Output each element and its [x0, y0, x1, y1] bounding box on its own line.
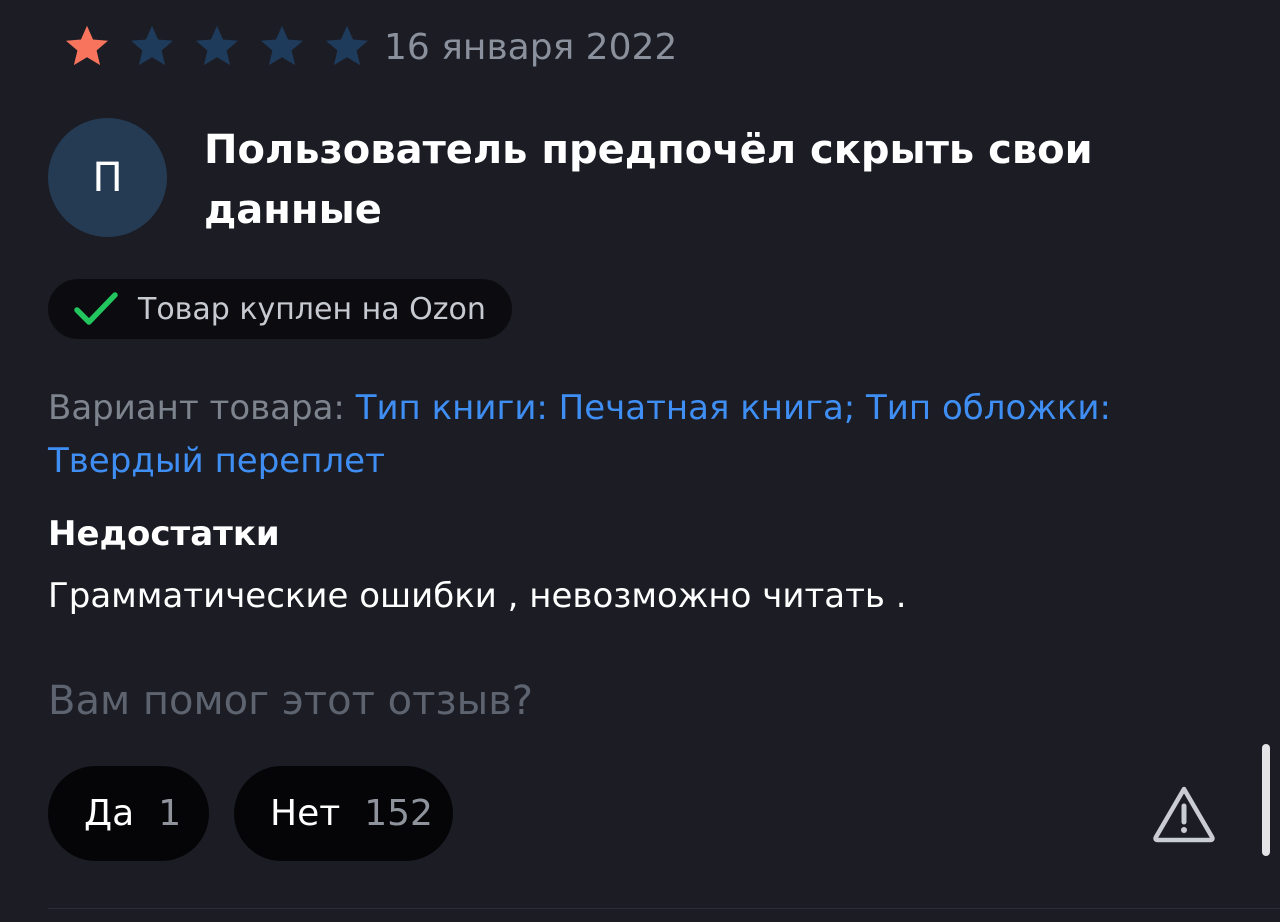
product-variant: Вариант товара: Тип книги: Печатная книг…: [48, 382, 1228, 488]
vote-yes-count: 1: [158, 793, 182, 834]
avatar[interactable]: П: [48, 118, 167, 237]
star-icon-5: [325, 25, 369, 66]
scrollbar-thumb[interactable]: [1262, 744, 1270, 856]
helpful-question: Вам помог этот отзыв?: [48, 678, 534, 724]
warning-triangle-icon[interactable]: [1151, 784, 1217, 844]
vote-no-count: 152: [364, 793, 433, 834]
verified-purchase-badge: Товар куплен на Ozon: [48, 279, 512, 339]
variant-label: Вариант товара:: [48, 388, 345, 428]
vote-no-button[interactable]: Нет 152: [234, 766, 453, 861]
star-icon-3: [195, 25, 239, 66]
cons-text: Грамматические ошибки , невозможно читат…: [48, 576, 907, 616]
vote-no-label: Нет: [270, 793, 341, 834]
vote-yes-button[interactable]: Да 1: [48, 766, 209, 861]
review-date: 16 января 2022: [384, 26, 678, 68]
cons-title: Недостатки: [48, 514, 280, 554]
verified-label: Товар куплен на Ozon: [138, 291, 486, 327]
star-icon-1: [65, 25, 109, 66]
vote-yes-label: Да: [84, 793, 135, 834]
checkmark-icon: [74, 292, 118, 325]
rating-row: 16 января 2022: [62, 22, 677, 72]
star-icon-4: [260, 25, 304, 66]
avatar-letter: П: [92, 154, 123, 201]
star-icon-2: [130, 25, 174, 66]
author-name: Пользователь предпочёл скрыть свои данны…: [204, 127, 1093, 233]
divider: [48, 908, 1280, 909]
